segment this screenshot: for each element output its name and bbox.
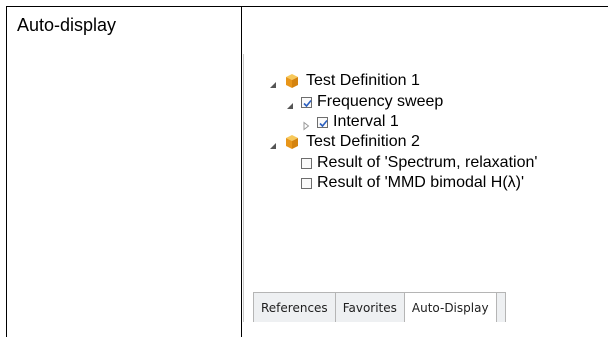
tree-item-result-mmd[interactable]: Result of 'MMD bimodal H(λ)' (301, 173, 524, 193)
tree-item-interval-1[interactable]: Interval 1 (301, 112, 399, 132)
tab-auto-display[interactable]: Auto-Display (403, 292, 497, 322)
expanded-arrow-icon[interactable] (268, 76, 278, 88)
tab-references[interactable]: References (253, 292, 336, 322)
test-definition-icon (284, 73, 300, 89)
interval-1-checkbox[interactable] (317, 116, 328, 128)
tree-item-test-definition-2[interactable]: Test Definition 2 (268, 132, 420, 152)
test-definition-icon (284, 134, 300, 150)
table-column-divider (241, 7, 242, 337)
tree-item-label: Result of 'Spectrum, relaxation' (317, 154, 538, 171)
tree-item-result-spectrum[interactable]: Result of 'Spectrum, relaxation' (301, 153, 537, 173)
expanded-arrow-icon[interactable] (268, 137, 278, 149)
tree-item-frequency-sweep[interactable]: Frequency sweep (285, 92, 443, 112)
tree-item-label: Test Definition 1 (306, 72, 420, 89)
expanded-arrow-icon[interactable] (285, 97, 295, 109)
frequency-sweep-checkbox[interactable] (301, 96, 312, 108)
tree-item-label: Result of 'MMD bimodal H(λ)' (317, 174, 525, 191)
tab-favorites[interactable]: Favorites (334, 292, 405, 322)
result-mmd-checkbox[interactable] (301, 177, 312, 189)
collapsed-arrow-icon[interactable] (301, 117, 311, 131)
panel-tab-strip: References Favorites Auto-Display (253, 292, 506, 322)
tree-item-label: Frequency sweep (317, 93, 444, 110)
result-spectrum-checkbox[interactable] (301, 157, 312, 169)
tree-item-label: Test Definition 2 (306, 133, 420, 150)
tab-partial[interactable] (495, 292, 506, 322)
table-row-label: Auto-display (17, 15, 117, 35)
tree-item-label: Interval 1 (333, 113, 399, 130)
tree-item-test-definition-1[interactable]: Test Definition 1 (268, 71, 420, 91)
